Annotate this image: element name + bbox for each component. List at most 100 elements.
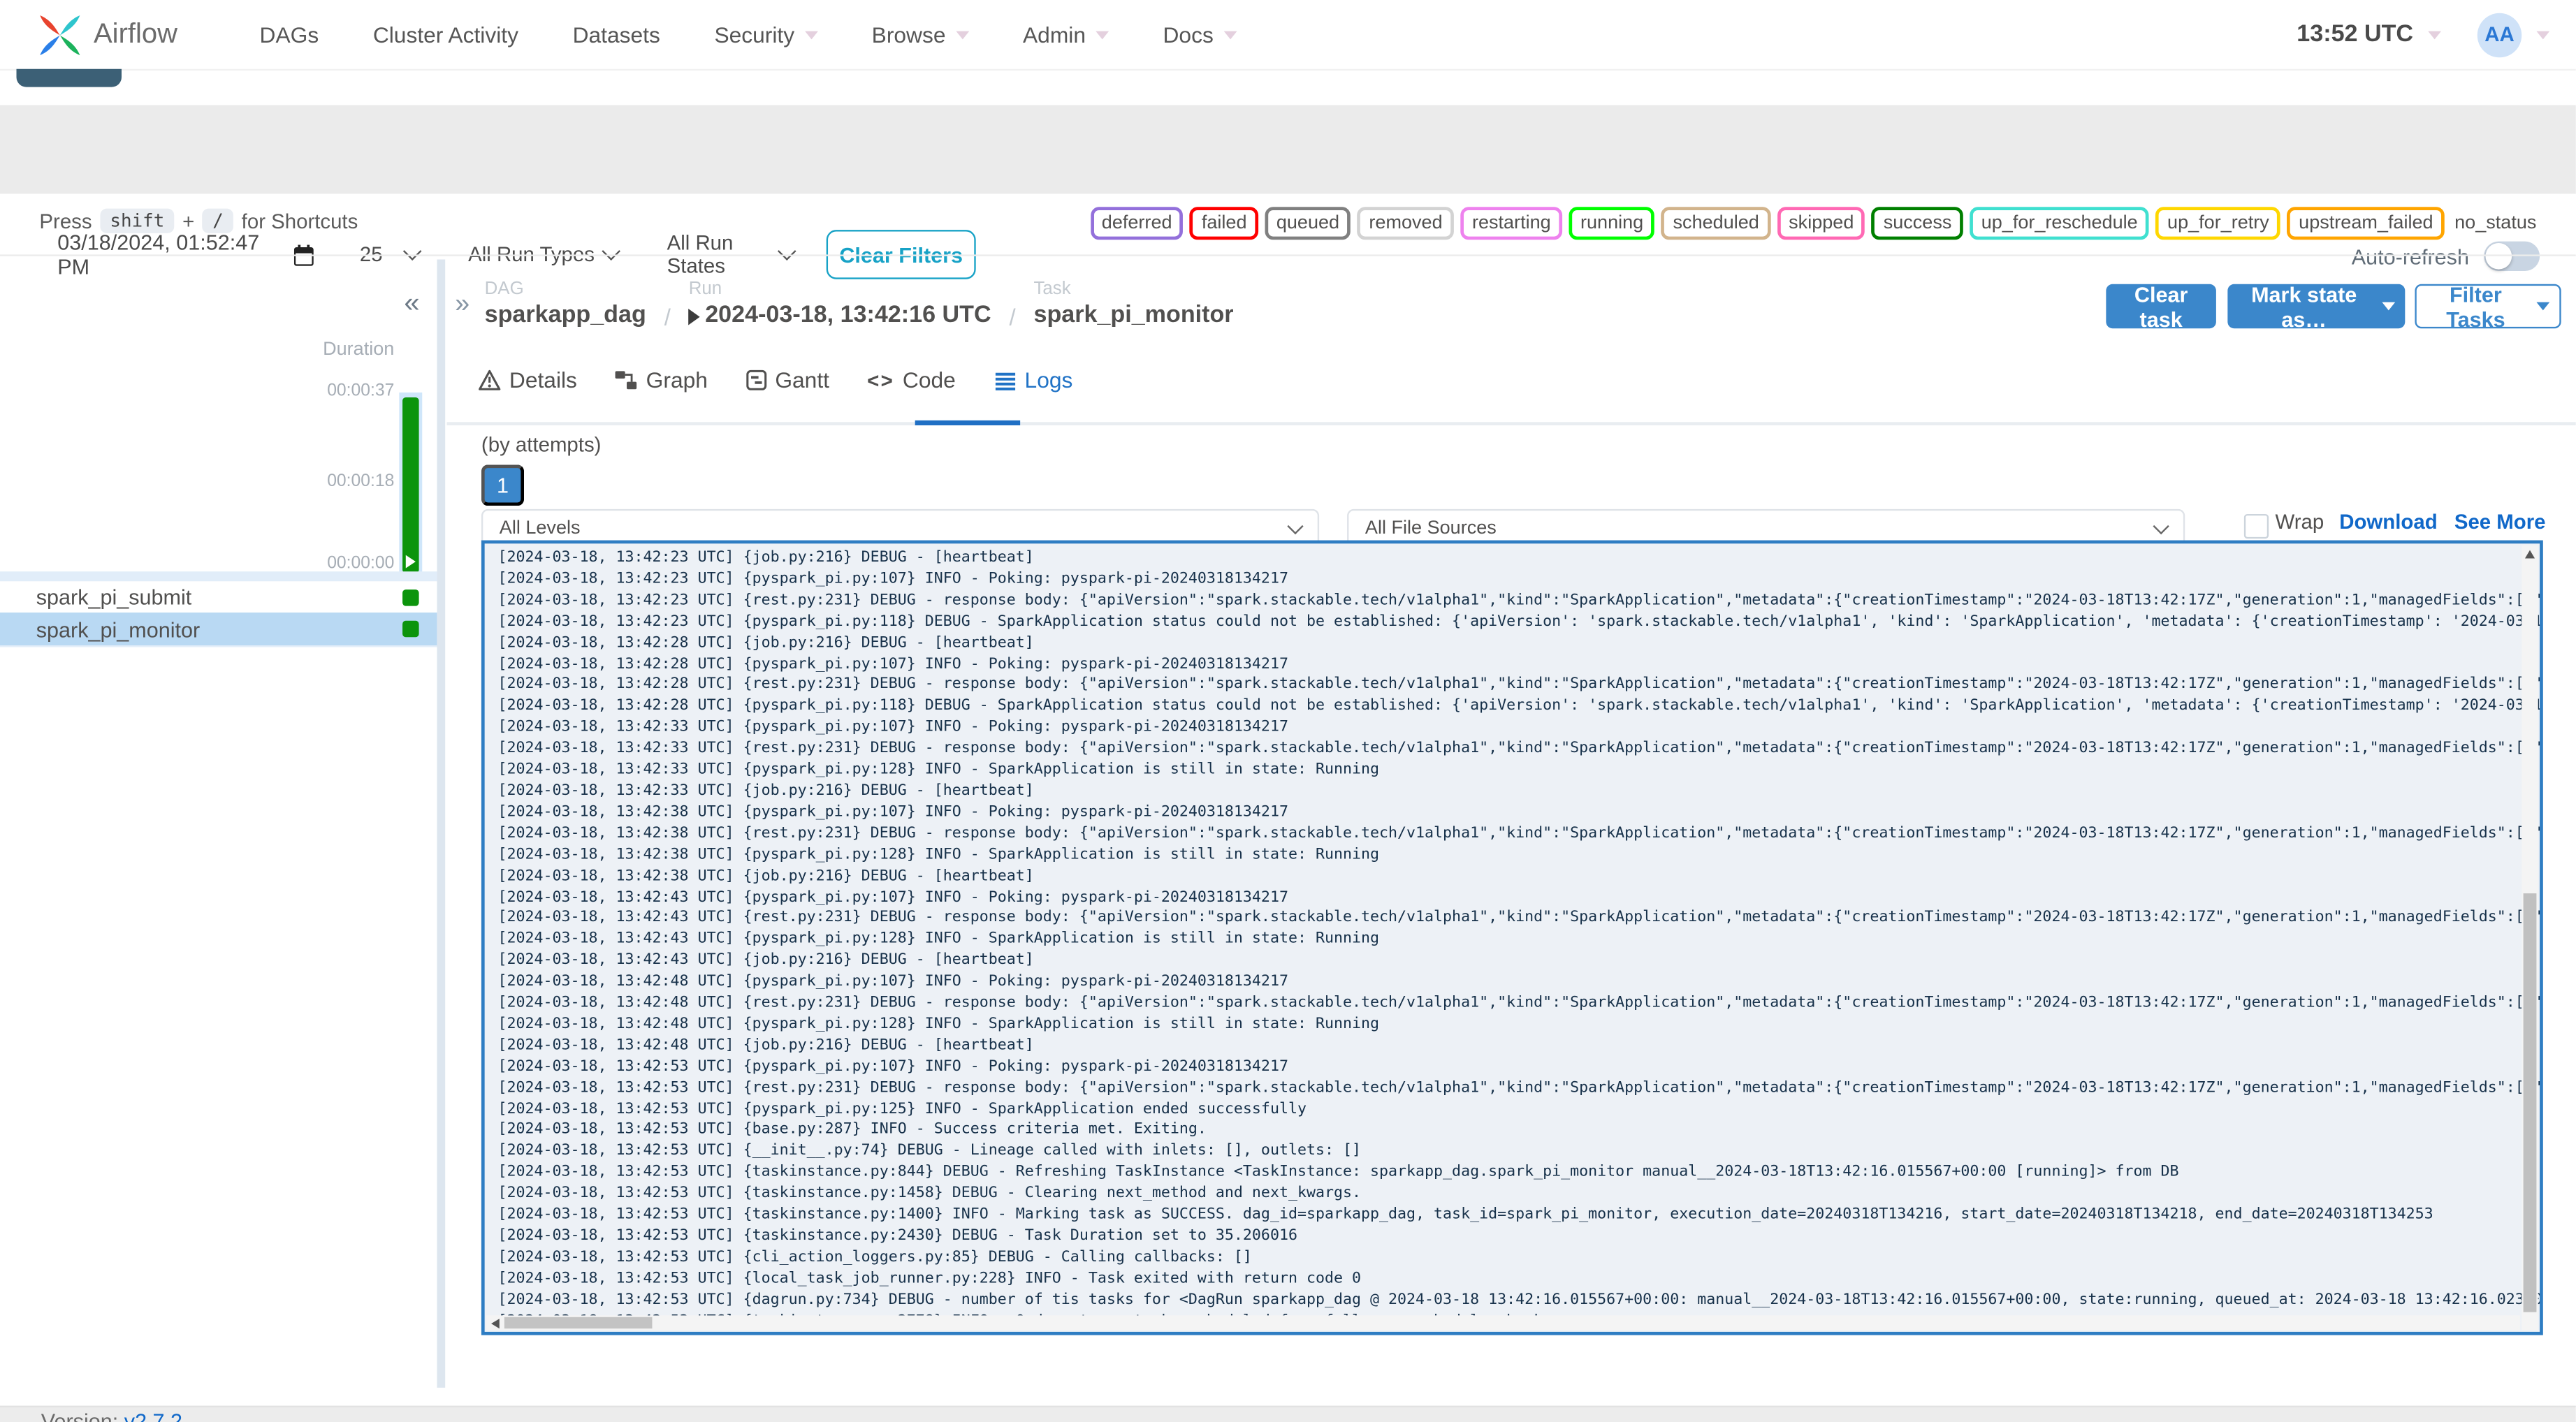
menu-item-datasets[interactable]: Datasets (573, 22, 660, 47)
see-more-link[interactable]: See More (2454, 511, 2546, 534)
breadcrumb-dag[interactable]: DAG sparkapp_dag (485, 279, 646, 332)
status-badge[interactable]: up_for_reschedule (1970, 207, 2150, 240)
horizontal-scrollbar-thumb[interactable] (504, 1317, 653, 1329)
vertical-scrollbar[interactable] (2522, 545, 2538, 1331)
duration-tick: 00:00:18 (327, 471, 395, 492)
menu-item-dags[interactable]: DAGs (260, 22, 319, 47)
collapse-sidebar-icon[interactable]: « (404, 289, 419, 317)
task-name: spark_pi_monitor (36, 616, 201, 642)
gantt-chart-icon (745, 369, 766, 390)
navbar: Airflow DAGs Cluster Activity Datasets S… (0, 0, 2576, 71)
chevron-down-icon (1287, 518, 1304, 535)
version-text: Version: v2.7.2 (41, 1409, 182, 1422)
status-badge[interactable]: restarting (1460, 207, 1563, 240)
version-link[interactable]: v2.7.2 (124, 1409, 182, 1422)
graph-icon (616, 371, 637, 390)
mark-state-as-button[interactable]: Mark state as… (2227, 281, 2406, 331)
status-badge[interactable]: failed (1190, 207, 1258, 240)
menu-item-security[interactable]: Security (714, 22, 818, 47)
avatar[interactable]: AA (2477, 12, 2522, 57)
attempt-1-button[interactable]: 1 (481, 464, 525, 506)
duration-axis-label: Duration (323, 339, 395, 360)
status-badge-no-status[interactable]: no_status (2451, 210, 2540, 237)
chevron-down-icon[interactable] (2428, 30, 2442, 39)
by-attempts-label: (by attempts) (481, 433, 602, 457)
grid-view-button-remnant[interactable] (16, 68, 122, 87)
wrap-checkbox[interactable] (2243, 513, 2269, 539)
utc-clock[interactable]: 13:52 UTC (2297, 22, 2413, 48)
chevron-down-icon (402, 242, 422, 261)
menu-item-docs[interactable]: Docs (1163, 22, 1237, 47)
tab-code[interactable]: <> Code (867, 368, 956, 409)
breadcrumb-task[interactable]: Task spark_pi_monitor (1033, 279, 1233, 332)
airflow-logo[interactable]: Airflow (38, 13, 177, 57)
chevron-down-icon (777, 242, 796, 261)
task-row-spark-pi-submit[interactable]: spark_pi_submit (0, 581, 437, 615)
main-menu: DAGs Cluster Activity Datasets Security … (260, 22, 1237, 47)
status-badge[interactable]: success (1872, 207, 1963, 240)
menu-item-browse[interactable]: Browse (872, 22, 969, 47)
grid-header-strip (0, 571, 437, 582)
status-badge[interactable]: running (1569, 207, 1655, 240)
status-badge[interactable]: removed (1357, 207, 1455, 240)
run-duration-bar[interactable] (402, 397, 419, 573)
chevron-down-icon[interactable] (2536, 30, 2550, 39)
wrap-label: Wrap (2275, 511, 2324, 534)
status-badge[interactable]: up_for_retry (2155, 207, 2281, 240)
navbar-right: 13:52 UTC AA (2297, 12, 2550, 57)
chevron-down-icon (1223, 30, 1237, 39)
tabs-border (446, 422, 2576, 425)
clear-task-button[interactable]: Clear task (2106, 281, 2216, 331)
tab-details[interactable]: Details (478, 368, 577, 409)
footer (0, 1405, 2576, 1422)
filter-tasks-button[interactable]: Filter Tasks (2415, 281, 2561, 331)
menu-item-admin[interactable]: Admin (1023, 22, 1109, 47)
status-badge[interactable]: skipped (1777, 207, 1865, 240)
duration-tick: 00:00:37 (327, 381, 395, 401)
tab-logs[interactable]: Logs (994, 368, 1072, 409)
divider (0, 254, 2576, 256)
breadcrumb-run[interactable]: Run 2024-03-18, 13:42:16 UTC (688, 279, 991, 332)
tab-gantt[interactable]: Gantt (745, 368, 829, 409)
chevron-down-icon (2536, 302, 2550, 311)
shortcuts-hint: Press shift + / for Shortcuts (39, 208, 358, 233)
tab-graph[interactable]: Graph (615, 368, 708, 409)
status-badge[interactable]: upstream_failed (2287, 207, 2445, 240)
breadcrumb: DAG sparkapp_dag / Run 2024-03-18, 13:42… (485, 279, 1234, 332)
scroll-left-icon[interactable] (491, 1319, 500, 1329)
task-row-spark-pi-monitor[interactable]: spark_pi_monitor (0, 613, 437, 647)
status-legend: deferred failed queued removed restartin… (1090, 207, 2540, 240)
filter-bar: 03/18/2024, 01:52:47 PM 25 All Run Types… (0, 105, 2576, 279)
code-icon: <> (867, 368, 895, 392)
task-state-square[interactable] (402, 588, 419, 606)
brand-name: Airflow (94, 17, 177, 50)
manual-run-icon (688, 307, 701, 325)
expand-details-icon[interactable]: » (455, 291, 470, 319)
chevron-down-icon (1096, 30, 1109, 39)
chevron-down-icon (804, 30, 818, 39)
status-badge[interactable]: scheduled (1661, 207, 1771, 240)
menu-item-cluster-activity[interactable]: Cluster Activity (373, 22, 518, 47)
log-output-pane[interactable]: [2024-03-18, 13:42:23 UTC] {job.py:216} … (481, 540, 2543, 1335)
task-state-square[interactable] (402, 620, 419, 638)
airflow-pinwheel-icon (40, 14, 80, 54)
sidebar-divider[interactable] (437, 259, 446, 1388)
scroll-up-icon[interactable] (2524, 550, 2535, 559)
airflow-app: Airflow DAGs Cluster Activity Datasets S… (0, 0, 2576, 1422)
horizontal-scrollbar[interactable] (486, 1315, 2520, 1331)
task-name: spark_pi_submit (36, 585, 192, 610)
shift-key: shift (100, 208, 175, 233)
chevron-down-icon (2382, 302, 2396, 311)
chevron-down-icon (2153, 518, 2169, 535)
chevron-down-icon (602, 242, 620, 261)
breadcrumb-separator: / (664, 303, 671, 330)
status-badge[interactable]: deferred (1090, 207, 1184, 240)
breadcrumb-separator: / (1009, 303, 1016, 330)
vertical-scrollbar-thumb[interactable] (2523, 893, 2537, 1312)
warning-triangle-icon (479, 369, 501, 390)
detail-tabs: Details Graph Gantt <> Code Logs (478, 368, 1072, 409)
download-link[interactable]: Download (2339, 511, 2437, 534)
logs-list-icon (995, 372, 1015, 390)
chevron-down-icon (955, 30, 969, 39)
status-badge[interactable]: queued (1265, 207, 1351, 240)
